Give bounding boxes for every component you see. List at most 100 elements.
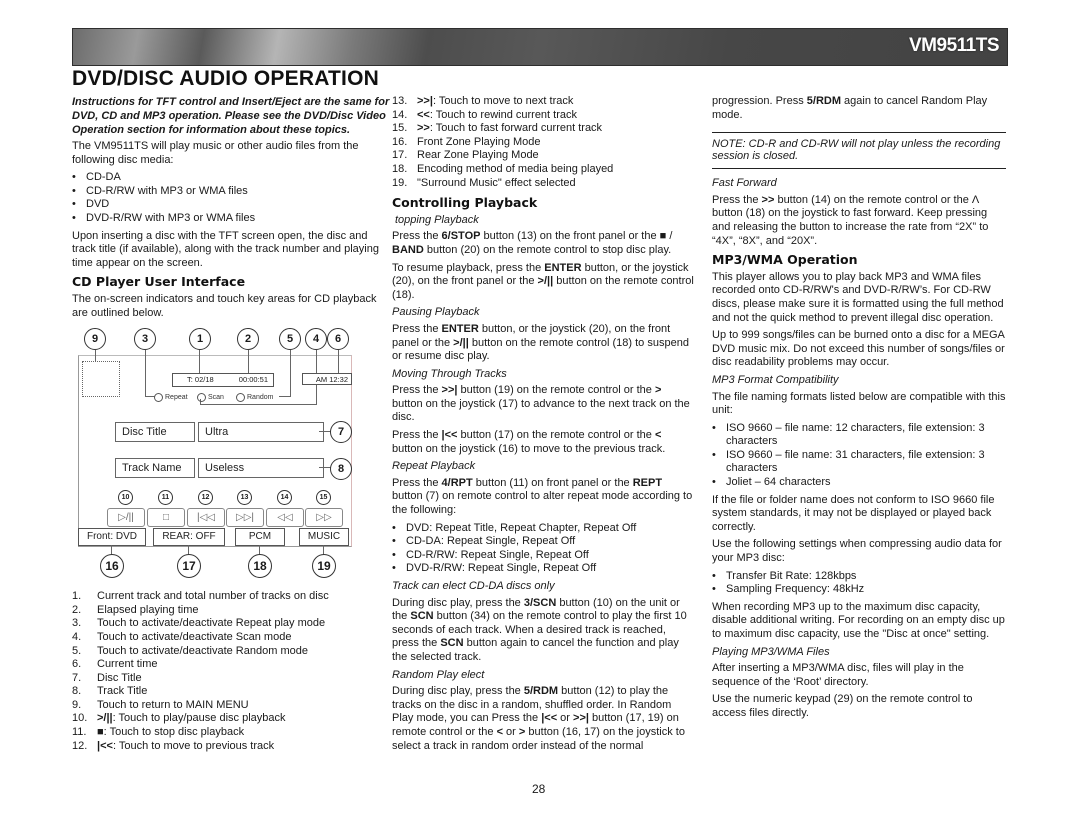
- elapsed-time: 00:00:51: [238, 375, 268, 385]
- random-toggle[interactable]: Random: [236, 391, 273, 405]
- play-pause-button[interactable]: ▷/||: [107, 508, 145, 528]
- track-name-value: Useless: [198, 458, 324, 479]
- legend-item: 18. Encoding method of media being played: [392, 162, 614, 175]
- list-item: CD-R/RW with MP3 or WMA files: [72, 185, 390, 199]
- column-3: progression. Press 5/RDM again to cancel…: [712, 95, 1006, 725]
- scan-toggle[interactable]: Scan: [197, 391, 224, 405]
- repeat-paragraph: Press the 4/RPT button (11) on front pan…: [392, 476, 693, 517]
- next-track-button[interactable]: ▷▷|: [226, 508, 264, 528]
- random-paragraph: During disc play, press the 5/RDM button…: [392, 685, 685, 752]
- list-item: Sampling Frequency: 48kHz: [712, 583, 1006, 597]
- legend-item: 10. >/||: Touch to play/pause disc playba…: [72, 712, 286, 725]
- legend-item: 16. Front Zone Playing Mode: [392, 135, 541, 148]
- legend-item: 7. Disc Title: [72, 671, 142, 684]
- conform-paragraph: If the file or folder name does not conf…: [712, 493, 995, 533]
- list-item: DVD-R/RW: Repeat Single, Repeat Off: [392, 562, 694, 576]
- legend-list-1: 1. Current track and total number of trac…: [72, 590, 390, 753]
- legend-item: 17. Rear Zone Playing Mode: [392, 149, 539, 162]
- legend-item: 6. Current time: [72, 658, 158, 671]
- legend-item: 12. |<<: Touch to move to previous track: [72, 739, 275, 752]
- column-2: 13. >>|: Touch to move to next track 14. <…: [392, 95, 694, 757]
- subheading-track-scan: Track can elect CD-DA discs only: [392, 580, 555, 592]
- radio-icon: [236, 392, 245, 402]
- legend-item: 3. Touch to activate/deactivate Repeat pl…: [72, 617, 326, 630]
- media-intro: The VM9511TS will play music or other au…: [72, 140, 359, 166]
- list-item: CD-DA: [72, 171, 390, 185]
- surround-music-status: MUSIC: [299, 528, 349, 547]
- legend-item: 4. Touch to activate/deactivate Scan mode: [72, 630, 292, 643]
- repeat-mode-list: DVD: Repeat Title, Repeat Chapter, Repea…: [392, 522, 694, 576]
- model-logo: VM9511TS: [909, 35, 1000, 56]
- list-item: DVD: [72, 198, 390, 212]
- subheading-repeat: Repeat Playback: [392, 460, 476, 473]
- scan-label: Scan: [208, 394, 224, 402]
- subheading-pausing: Pausing Playback: [392, 306, 480, 319]
- header-banner: VM9511TS: [72, 28, 1008, 66]
- previous-track-paragraph: Press the |<< button (17) on the remote …: [392, 429, 666, 455]
- main-menu-touch-area[interactable]: [82, 361, 120, 398]
- random-label: Random: [247, 394, 274, 402]
- legend-item: 15. >>: Touch to fast forward current tra…: [392, 122, 603, 135]
- legend-item: 5. Touch to activate/deactivate Random mo…: [72, 644, 308, 657]
- track-time-display: T: 02/18 00:00:51: [172, 373, 274, 388]
- callout-9: 9: [84, 328, 106, 351]
- previous-track-button[interactable]: |◁◁: [187, 508, 225, 528]
- legend-list-2: 13. >>|: Touch to move to next track 14. <…: [392, 95, 694, 190]
- legend-item: 1. Current track and total number of trac…: [72, 590, 329, 603]
- subheading-random: Random Play elect: [392, 668, 485, 681]
- repeat-label: Repeat: [165, 394, 188, 402]
- legend-item: 13. >>|: Touch to move to next track: [392, 95, 574, 107]
- list-item: CD-DA: Repeat Single, Repeat Off: [392, 535, 694, 549]
- insert-paragraph: Upon inserting a disc with the TFT scree…: [72, 229, 379, 269]
- cd-player-interface-diagram: 9 3 1 2 5 4 6 T: 02/18 00:00:51 AM 12:32…: [74, 328, 356, 579]
- max-capacity-paragraph: When recording MP3 up to the maximum dis…: [712, 600, 1005, 640]
- settings-intro: Use the following settings when compress…: [712, 538, 1002, 565]
- list-item: CD-R/RW: Repeat Single, Repeat Off: [392, 549, 694, 563]
- rear-zone-status: REAR: OFF: [153, 528, 225, 547]
- radio-icon: [154, 392, 163, 402]
- callout-16: 16: [100, 554, 124, 579]
- callout-5: 5: [279, 328, 301, 351]
- next-track-paragraph: Press the >>| button (19) on the remote …: [392, 384, 690, 424]
- mp3-limit: Up to 999 songs/files can be burned onto…: [712, 329, 1005, 369]
- column-1: Instructions for TFT control and Insert/…: [72, 95, 390, 753]
- ui-intro: The on-screen indicators and touch key a…: [72, 292, 377, 319]
- section-heading-controlling-playback: Controlling Playback: [392, 195, 538, 211]
- page-number: 28: [532, 782, 546, 796]
- rewind-button[interactable]: ◁◁: [266, 508, 304, 528]
- list-item: ISO 9660 – file name: 12 characters, fil…: [712, 422, 1006, 449]
- list-item: Joliet – 64 characters: [712, 476, 1006, 490]
- legend-item: 2. Elapsed playing time: [72, 603, 199, 616]
- callout-18: 18: [248, 554, 272, 579]
- compat-intro: The file naming formats listed below are…: [712, 390, 1006, 417]
- legend-item: 19. "Surround Music" effect selected: [392, 176, 576, 189]
- callout-19: 19: [312, 554, 336, 579]
- callout-7: 7: [330, 421, 352, 444]
- format-list: ISO 9660 – file name: 12 characters, fil…: [712, 422, 1006, 490]
- list-item: DVD: Repeat Title, Repeat Chapter, Repea…: [392, 522, 694, 536]
- track-name-label: Track Name: [115, 458, 195, 479]
- callout-6: 6: [327, 328, 349, 351]
- callout-8: 8: [330, 458, 352, 481]
- legend-item: 9. Touch to return to MAIN MENU: [72, 698, 249, 711]
- disc-title-value: Ultra: [198, 422, 324, 443]
- radio-icon: [197, 392, 206, 402]
- encoding-status: PCM: [235, 528, 285, 547]
- resume-paragraph: To resume playback, press the ENTER butt…: [392, 261, 694, 301]
- stop-button[interactable]: □: [147, 508, 185, 528]
- fast-forward-button[interactable]: ▷▷: [305, 508, 343, 528]
- repeat-toggle[interactable]: Repeat: [154, 391, 188, 405]
- page-title: DVD/DISC AUDIO OPERATION: [72, 67, 379, 90]
- subheading-playing-mp3: Playing MP3/WMA Files: [712, 645, 830, 658]
- legend-item: 11. ■: Touch to stop disc playback: [72, 726, 245, 739]
- callout-2: 2: [237, 328, 259, 351]
- list-item: ISO 9660 – file name: 31 characters, fil…: [712, 449, 1006, 476]
- subheading-stopping: topping Playback: [395, 213, 479, 226]
- intro-note: Instructions for TFT control and Insert/…: [72, 96, 390, 136]
- legend-item: 14. <<: Touch to rewind current track: [392, 108, 578, 121]
- subheading-fast-forward: Fast Forward: [712, 177, 777, 190]
- play-paragraph-2: Use the numeric keypad (29) on the remot…: [712, 693, 973, 719]
- front-zone-status: Front: DVD: [78, 528, 146, 547]
- media-list: CD-DA CD-R/RW with MP3 or WMA files DVD …: [72, 171, 390, 225]
- fast-forward-paragraph: Press the >> button (14) on the remote c…: [712, 193, 989, 247]
